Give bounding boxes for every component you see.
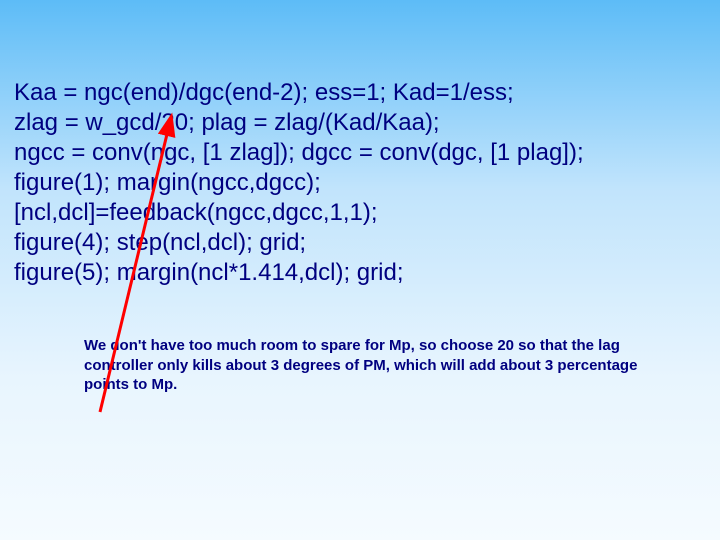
code-line: figure(4); step(ncl,dcl); grid; <box>14 228 706 258</box>
annotation-note: We don't have too much room to spare for… <box>84 336 666 395</box>
code-line: zlag = w_gcd/20; plag = zlag/(Kad/Kaa); <box>14 108 706 138</box>
code-line: figure(1); margin(ngcc,dgcc); <box>14 168 706 198</box>
code-line: [ncl,dcl]=feedback(ngcc,dgcc,1,1); <box>14 198 706 228</box>
code-line: ngcc = conv(ngc, [1 zlag]); dgcc = conv(… <box>14 138 706 168</box>
code-line: figure(5); margin(ncl*1.414,dcl); grid; <box>14 258 706 288</box>
code-line: Kaa = ngc(end)/dgc(end-2); ess=1; Kad=1/… <box>14 78 706 108</box>
code-block: Kaa = ngc(end)/dgc(end-2); ess=1; Kad=1/… <box>14 78 706 288</box>
